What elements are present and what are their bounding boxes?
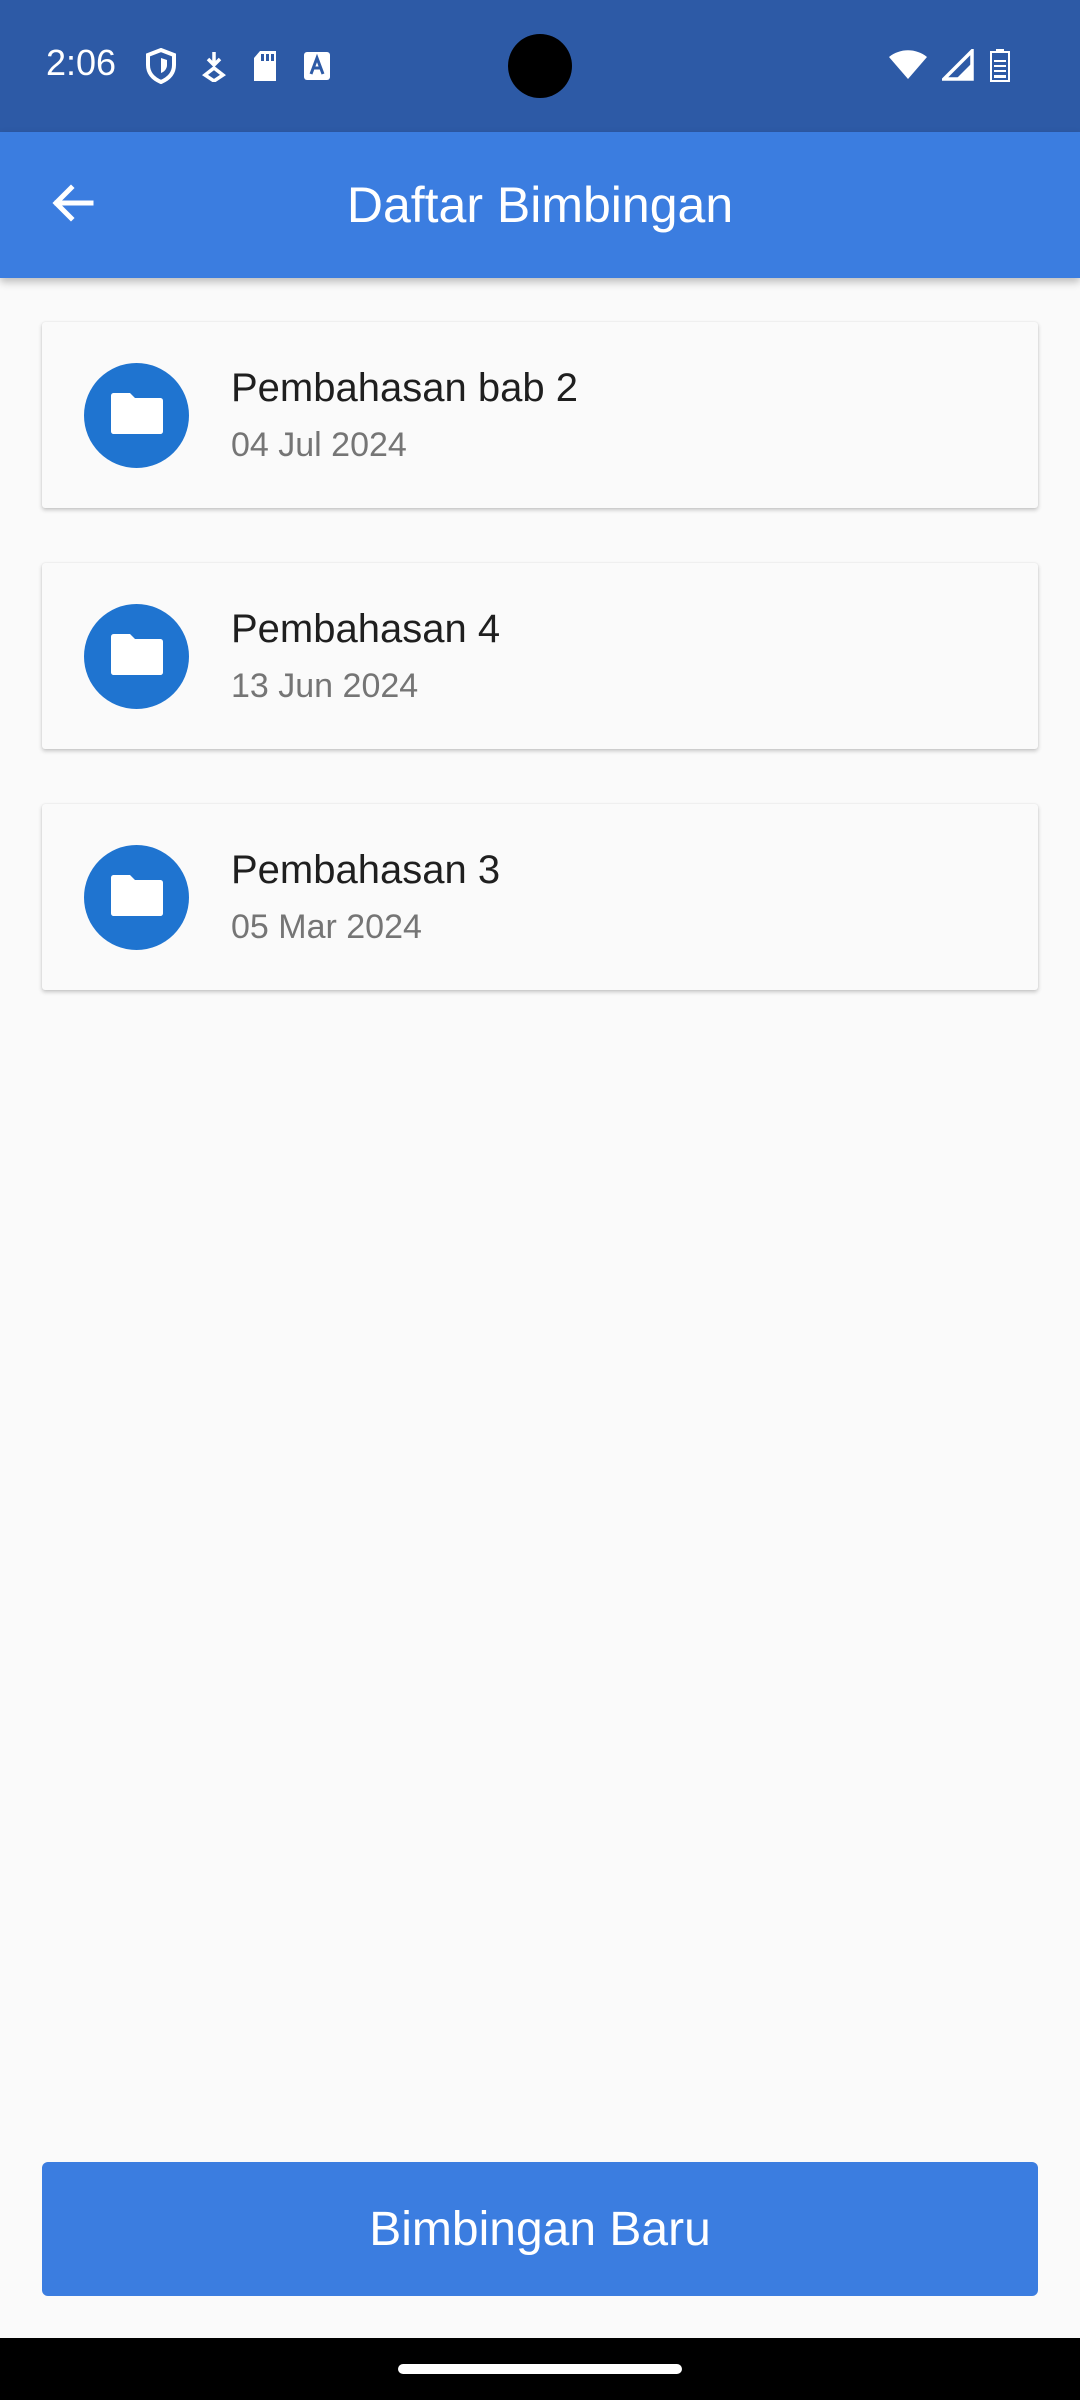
list-item[interactable]: Pembahasan 4 13 Jun 2024 bbox=[42, 563, 1038, 749]
item-title: Pembahasan 4 bbox=[231, 607, 501, 651]
download-icon bbox=[201, 50, 227, 82]
list-item[interactable]: Pembahasan bab 2 04 Jul 2024 bbox=[42, 322, 1038, 508]
new-bimbingan-button[interactable]: Bimbingan Baru bbox=[42, 2162, 1038, 2296]
item-date: 13 Jun 2024 bbox=[231, 667, 419, 705]
list-item[interactable]: Pembahasan 3 05 Mar 2024 bbox=[42, 804, 1038, 990]
battery-icon bbox=[988, 48, 1012, 87]
navigation-bar bbox=[0, 2338, 1080, 2400]
folder-avatar bbox=[84, 845, 189, 950]
item-title: Pembahasan bab 2 bbox=[231, 366, 578, 410]
bimbingan-list: Pembahasan bab 2 04 Jul 2024 Pembahasan … bbox=[42, 322, 1038, 1045]
camera-cutout bbox=[508, 34, 572, 98]
folder-icon bbox=[110, 873, 164, 922]
status-bar: 2:06 bbox=[0, 0, 1080, 132]
signal-icon bbox=[939, 46, 974, 86]
item-date: 04 Jul 2024 bbox=[231, 426, 407, 464]
status-time: 2:06 bbox=[46, 42, 117, 83]
status-icons-left bbox=[145, 48, 331, 84]
app-bar: Daftar Bimbingan bbox=[0, 132, 1080, 278]
home-indicator[interactable] bbox=[398, 2364, 682, 2374]
folder-avatar bbox=[84, 363, 189, 468]
shield-icon bbox=[145, 48, 177, 84]
wifi-icon bbox=[888, 49, 928, 86]
status-icons-right bbox=[888, 46, 1012, 87]
item-title: Pembahasan 3 bbox=[231, 848, 501, 892]
font-icon bbox=[303, 51, 331, 81]
page-title: Daftar Bimbingan bbox=[346, 177, 734, 233]
folder-avatar bbox=[84, 604, 189, 709]
folder-icon bbox=[110, 391, 164, 440]
folder-icon bbox=[110, 632, 164, 681]
sd-card-icon bbox=[251, 49, 279, 83]
item-date: 05 Mar 2024 bbox=[231, 908, 422, 946]
